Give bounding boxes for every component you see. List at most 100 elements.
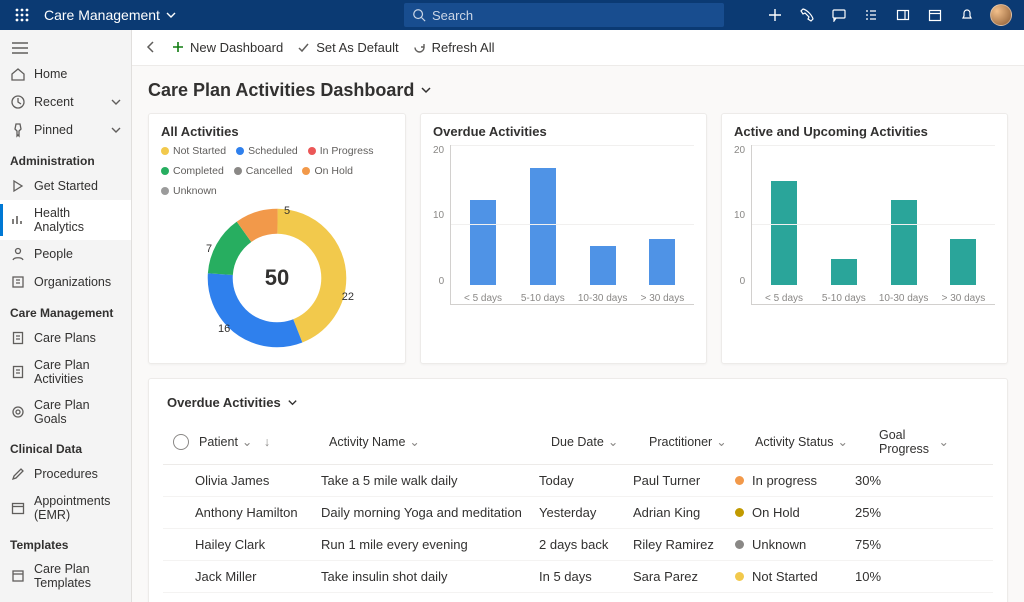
column-header-patient[interactable]: Patient⌄ ↓ (199, 434, 325, 449)
sidebar-toggle[interactable] (0, 36, 131, 60)
cell-due: Yesterday (539, 505, 633, 520)
sidebar-item-care-plan-goals[interactable]: Care Plan Goals (0, 392, 131, 432)
panel-icon[interactable] (894, 6, 912, 24)
table-row[interactable]: John Lewis Take blood test every Sunday … (163, 593, 993, 602)
global-search[interactable] (404, 3, 724, 27)
command-bar: New Dashboard Set As Default Refresh All (132, 30, 1024, 66)
column-header-status[interactable]: Activity Status⌄ (755, 434, 875, 449)
legend-item: Not Started (161, 145, 226, 157)
cell-due: In 5 days (539, 569, 633, 584)
sidebar-item-organizations[interactable]: Organizations (0, 268, 131, 296)
add-icon[interactable] (766, 6, 784, 24)
new-dashboard-label: New Dashboard (190, 40, 283, 55)
card-all-activities: All Activities Not StartedScheduledIn Pr… (148, 113, 406, 364)
org-icon (10, 274, 26, 290)
calendar-icon[interactable] (926, 6, 944, 24)
sidebar-item-label: Care Plans (34, 331, 96, 345)
sidebar-item-label: Pinned (34, 123, 73, 137)
sidebar-item-health-analytics[interactable]: Health Analytics (0, 200, 131, 240)
donut-chart: 50 5 22 16 7 (202, 203, 352, 353)
header-actions (766, 4, 1016, 26)
cell-status: On Hold (735, 505, 855, 520)
task-list-icon[interactable] (862, 6, 880, 24)
table-row[interactable]: Hailey Clark Run 1 mile every evening 2 … (163, 529, 993, 561)
sidebar-item-label: Organizations (34, 275, 111, 289)
bar-column: 10-30 days (581, 246, 625, 304)
app-launcher-icon[interactable] (8, 8, 36, 22)
sidebar-item-recent[interactable]: Recent (0, 88, 131, 116)
cell-status: In progress (735, 473, 855, 488)
sidebar: Home Recent Pinned Administration Get St… (0, 30, 132, 602)
card-overdue-activities: Overdue Activities 20100 < 5 days 5-10 d… (420, 113, 707, 364)
clock-icon (10, 94, 26, 110)
sort-arrow-icon: ↓ (264, 435, 270, 449)
set-default-label: Set As Default (316, 40, 398, 55)
legend-item: Scheduled (236, 145, 298, 157)
sidebar-item-care-plan-activities[interactable]: Care Plan Activities (0, 352, 131, 392)
cell-practitioner: Paul Turner (633, 473, 735, 488)
cell-status: Unknown (735, 537, 855, 552)
table-row[interactable]: Olivia James Take a 5 mile walk daily To… (163, 465, 993, 497)
back-button[interactable] (144, 40, 158, 54)
sidebar-item-label: Recent (34, 95, 74, 109)
sidebar-item-home[interactable]: Home (0, 60, 131, 88)
table-header: Patient⌄ ↓ Activity Name⌄ Due Date⌄ Prac… (163, 420, 993, 465)
bar-column: 5-10 days (822, 259, 866, 304)
column-header-goal[interactable]: Goal Progress⌄ (879, 428, 949, 456)
column-header-activity[interactable]: Activity Name⌄ (329, 434, 547, 449)
legend-item: Cancelled (234, 165, 293, 177)
sidebar-section-title: Templates (0, 528, 131, 556)
card-title: All Activities (161, 124, 393, 139)
select-all-checkbox[interactable] (173, 434, 189, 450)
global-header: Care Management (0, 0, 1024, 30)
refresh-button[interactable]: Refresh All (413, 40, 495, 55)
page-title[interactable]: Care Plan Activities Dashboard (148, 80, 1008, 101)
bar-column: 5-10 days (521, 168, 565, 304)
doc-icon (10, 330, 26, 346)
bell-icon[interactable] (958, 6, 976, 24)
bar (649, 239, 675, 285)
sidebar-item-procedures[interactable]: Procedures (0, 460, 131, 488)
phone-icon[interactable] (798, 6, 816, 24)
cell-goal: 10% (855, 569, 925, 584)
play-icon (10, 178, 26, 194)
doc-icon (10, 364, 26, 380)
table-title-dropdown[interactable]: Overdue Activities (163, 387, 993, 420)
column-header-practitioner[interactable]: Practitioner⌄ (649, 434, 751, 449)
sidebar-item-care-plan-templates[interactable]: Care Plan Templates (0, 556, 131, 596)
user-avatar[interactable] (990, 4, 1012, 26)
sidebar-item-get-started[interactable]: Get Started (0, 172, 131, 200)
bar-chart-overdue: 20100 < 5 days 5-10 days 10-30 days > 30… (433, 145, 694, 305)
donut-label: 7 (206, 243, 212, 255)
donut-label: 5 (284, 205, 290, 217)
set-default-button[interactable]: Set As Default (297, 40, 398, 55)
chat-icon[interactable] (830, 6, 848, 24)
sidebar-item-people[interactable]: People (0, 240, 131, 268)
cell-goal: 75% (855, 537, 925, 552)
overdue-table-card: Overdue Activities Patient⌄ ↓ Activity N… (148, 378, 1008, 602)
bar-x-label: < 5 days (464, 293, 502, 304)
sidebar-item-label: Procedures (34, 467, 98, 481)
cell-goal: 30% (855, 473, 925, 488)
table-row[interactable]: Anthony Hamilton Daily morning Yoga and … (163, 497, 993, 529)
calendar-icon (10, 500, 26, 516)
bar-column: 10-30 days (882, 200, 926, 304)
sidebar-item-label: Home (34, 67, 67, 81)
table-row[interactable]: Jack Miller Take insulin shot daily In 5… (163, 561, 993, 593)
cell-practitioner: Sara Parez (633, 569, 735, 584)
sidebar-item-appointments-emr-[interactable]: Appointments (EMR) (0, 488, 131, 528)
bar (771, 181, 797, 285)
sidebar-item-care-plans[interactable]: Care Plans (0, 324, 131, 352)
template-icon (10, 568, 26, 584)
bar-x-label: < 5 days (765, 293, 803, 304)
sidebar-item-pinned[interactable]: Pinned (0, 116, 131, 144)
search-input[interactable] (432, 8, 692, 23)
chevron-down-icon (166, 10, 176, 20)
sidebar-item-label: People (34, 247, 73, 261)
new-dashboard-button[interactable]: New Dashboard (172, 40, 283, 55)
bar (831, 259, 857, 285)
bar-column: < 5 days (461, 200, 505, 304)
app-name-dropdown[interactable]: Care Management (36, 7, 184, 23)
table-title-text: Overdue Activities (167, 395, 281, 410)
column-header-due[interactable]: Due Date⌄ (551, 434, 645, 449)
